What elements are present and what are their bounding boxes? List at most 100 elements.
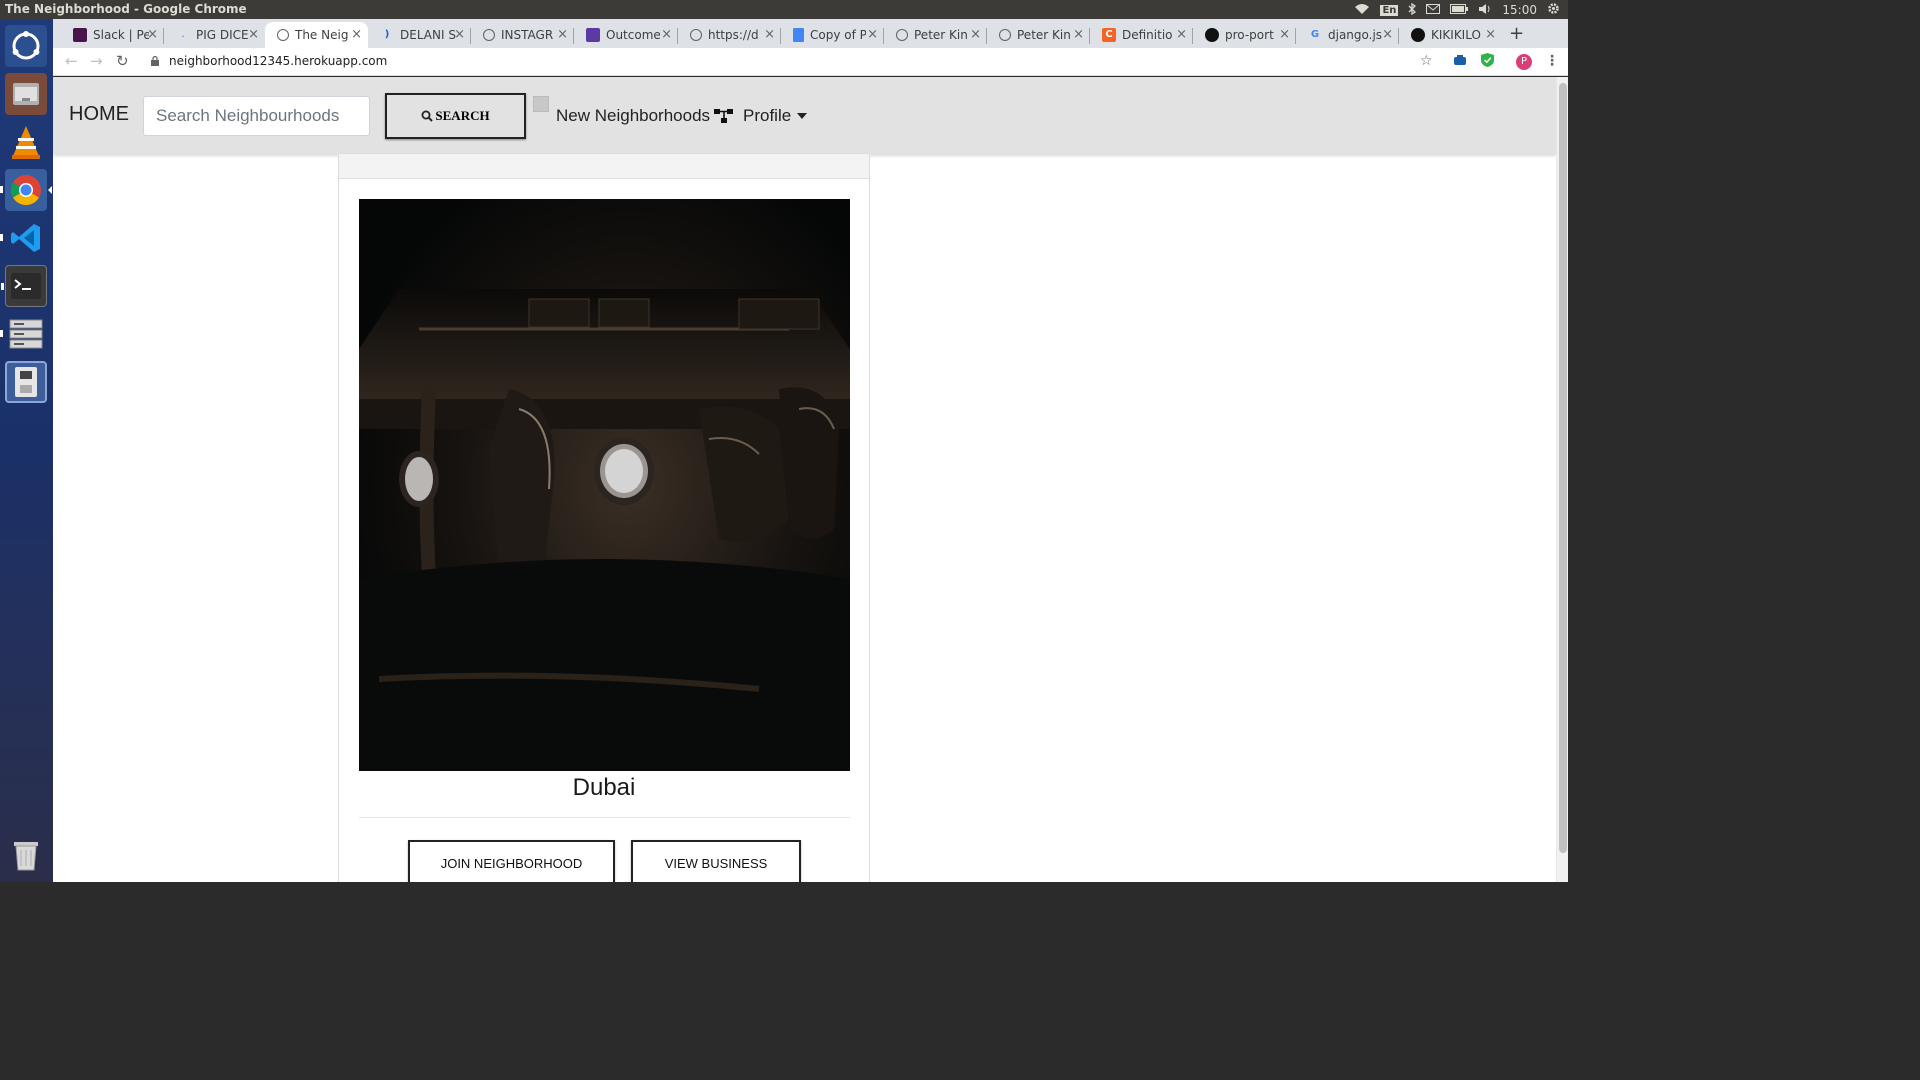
tab-label: Definitio	[1122, 28, 1173, 42]
keyboard-layout-indicator[interactable]: En	[1380, 4, 1399, 16]
divider	[359, 817, 850, 818]
tab-label: DELANI S	[400, 28, 456, 42]
ubuntu-dash-icon[interactable]	[5, 25, 47, 67]
tab-label: Slack | Pe	[93, 28, 149, 42]
close-icon[interactable]: ×	[248, 27, 259, 42]
back-arrow-icon[interactable]: ←	[65, 52, 78, 70]
tab[interactable]: Peter Kin ×	[884, 22, 987, 48]
close-icon[interactable]: ×	[970, 27, 981, 42]
search-button-label: SEARCH	[435, 108, 490, 123]
close-icon[interactable]: ×	[454, 27, 465, 42]
tab[interactable]: . PIG DICE ×	[164, 22, 265, 48]
search-button[interactable]: SEARCH	[385, 93, 526, 139]
shield-icon[interactable]	[1481, 53, 1494, 71]
home-link[interactable]: HOME	[69, 103, 129, 126]
doc-icon	[793, 28, 804, 42]
tab[interactable]: INSTAGR ×	[471, 22, 574, 48]
moon-icon: )	[384, 29, 390, 40]
lock-icon	[151, 56, 159, 66]
neighborhood-image	[359, 199, 850, 771]
avatar[interactable]: P	[1516, 54, 1532, 70]
files-icon[interactable]	[5, 73, 47, 115]
close-icon[interactable]: ×	[1073, 27, 1084, 42]
vlc-icon[interactable]	[5, 121, 47, 163]
c-icon: C	[1102, 28, 1116, 42]
wifi-icon[interactable]	[1354, 3, 1370, 18]
forward-arrow-icon[interactable]: →	[90, 52, 103, 70]
tab[interactable]: Peter Kin ×	[987, 22, 1090, 48]
focused-indicator	[48, 186, 52, 194]
tab[interactable]: Outcome ×	[574, 22, 678, 48]
navbar-toggle-checkbox[interactable]	[533, 96, 549, 112]
neighborhood-card: Dubai JOIN NEIGHBORHOOD VIEW BUSINESS	[338, 153, 870, 882]
trash-icon[interactable]	[5, 833, 47, 875]
tab-strip: Slack | Pe × . PIG DICE × The Neig × ) D…	[53, 19, 1568, 48]
file-manager-icon[interactable]	[0, 313, 47, 355]
scrollbar-thumb[interactable]	[1559, 83, 1567, 853]
view-business-button[interactable]: VIEW BUSINESS	[631, 840, 801, 882]
globe-icon	[277, 29, 289, 41]
system-indicators: En 15:00	[1354, 2, 1560, 18]
globe-icon	[896, 29, 908, 41]
launcher	[0, 19, 53, 882]
menu-kebab-icon[interactable]: ⋮	[1545, 53, 1559, 69]
github-icon	[1411, 28, 1425, 42]
close-icon[interactable]: ×	[764, 27, 775, 42]
close-icon[interactable]: ×	[1279, 27, 1290, 42]
clock[interactable]: 15:00	[1502, 3, 1537, 17]
tab-label: django.js	[1328, 28, 1383, 42]
chrome-icon[interactable]	[0, 169, 52, 211]
address-bar[interactable]: neighborhood12345.herokuapp.com	[169, 54, 387, 68]
tab-label: Copy of P	[810, 28, 866, 42]
window-title: The Neighborhood - Google Chrome	[5, 2, 247, 16]
terminal-icon[interactable]	[1, 265, 47, 307]
slack-icon	[73, 28, 87, 42]
volume-icon[interactable]	[1478, 3, 1492, 18]
tab[interactable]: C Definitio ×	[1090, 22, 1193, 48]
tab[interactable]: Slack | Pe ×	[61, 22, 164, 48]
running-indicator	[0, 234, 3, 241]
close-icon[interactable]: ×	[557, 27, 568, 42]
neighborhood-name: Dubai	[572, 774, 636, 801]
tab[interactable]: Copy of P ×	[781, 22, 884, 48]
page-scrollbar[interactable]	[1556, 77, 1568, 882]
sitemap-icon	[714, 109, 734, 123]
tab[interactable]: KIKIKILO ×	[1399, 22, 1502, 48]
dot-icon: .	[181, 29, 185, 40]
close-icon[interactable]: ×	[147, 27, 158, 42]
tab[interactable]: https://d ×	[678, 22, 781, 48]
card-header	[339, 154, 869, 179]
profile-dropdown[interactable]: Profile	[743, 106, 808, 126]
tab[interactable]: ) DELANI S ×	[368, 22, 471, 48]
tab-label: PIG DICE	[196, 28, 249, 42]
search-input[interactable]	[143, 96, 370, 136]
close-icon[interactable]: ×	[661, 27, 672, 42]
extension-icon[interactable]	[1453, 53, 1467, 71]
settings-gear-icon[interactable]	[1547, 2, 1560, 18]
search-icon	[421, 110, 434, 122]
close-icon[interactable]: ×	[1485, 27, 1496, 42]
tab-active[interactable]: The Neig ×	[265, 22, 368, 48]
bluetooth-icon[interactable]	[1408, 2, 1417, 18]
google-icon: G	[1310, 29, 1320, 40]
close-icon[interactable]: ×	[1176, 27, 1187, 42]
tab-label: The Neig	[295, 28, 349, 42]
tab-label: https://d	[708, 28, 759, 42]
tab[interactable]: G django.js ×	[1296, 22, 1399, 48]
close-icon[interactable]: ×	[1382, 27, 1393, 42]
battery-icon[interactable]	[1450, 3, 1469, 17]
tab[interactable]: pro-port ×	[1193, 22, 1296, 48]
mail-icon[interactable]	[1426, 3, 1441, 17]
close-icon[interactable]: ×	[867, 27, 878, 42]
vscode-icon[interactable]	[0, 217, 47, 259]
browser-toolbar: ← → ↻ neighborhood12345.herokuapp.com ☆ …	[53, 48, 1568, 76]
bookmark-star-icon[interactable]: ☆	[1420, 53, 1433, 69]
new-neighborhoods-link[interactable]: New Neighborhoods	[556, 106, 734, 126]
reload-icon[interactable]: ↻	[116, 52, 129, 70]
join-neighborhood-button[interactable]: JOIN NEIGHBORHOOD	[408, 840, 615, 882]
globe-icon	[690, 29, 702, 41]
new-tab-button[interactable]: +	[1509, 23, 1524, 44]
site-navbar: HOME SEARCH New Neighborhoods Profile	[53, 77, 1556, 154]
close-icon[interactable]: ×	[351, 27, 362, 42]
drive-icon[interactable]	[5, 361, 47, 403]
